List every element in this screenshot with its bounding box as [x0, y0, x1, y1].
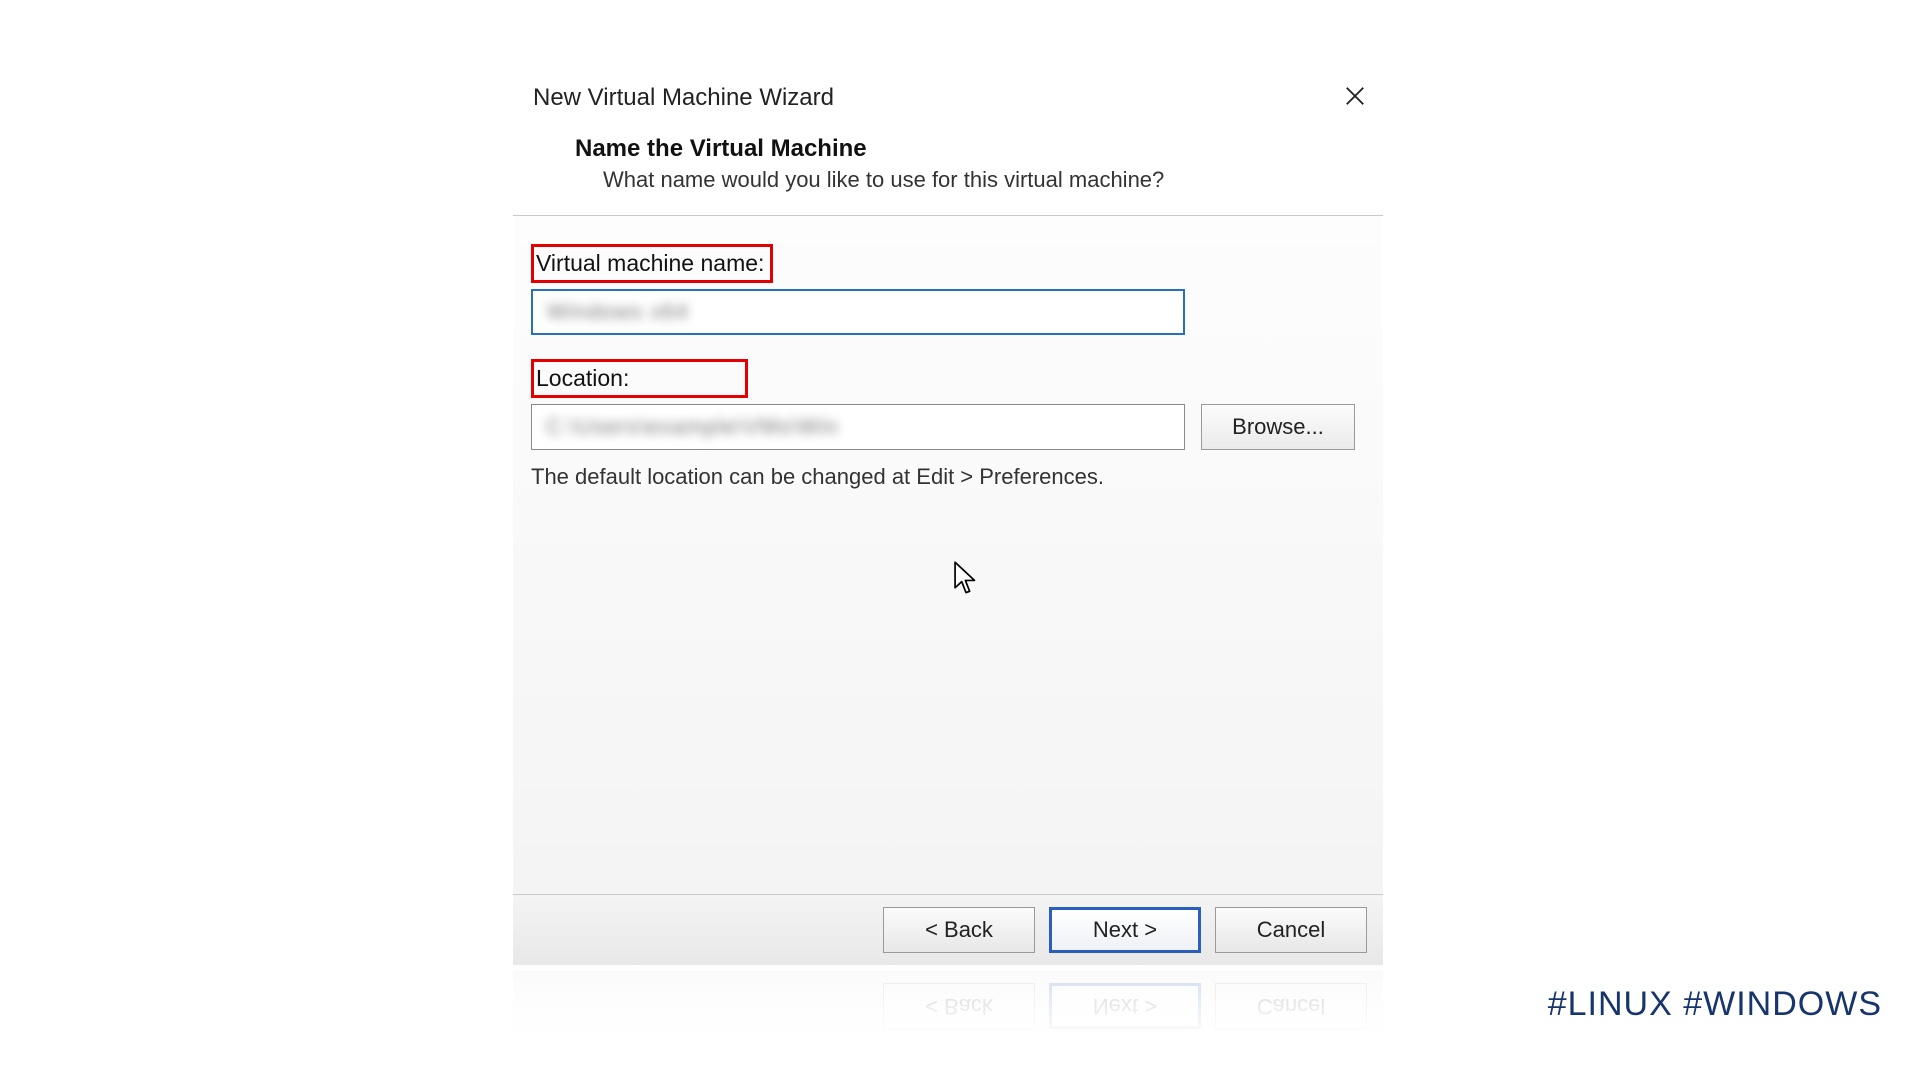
back-button-label: < Back	[925, 917, 993, 943]
location-label-highlight: Location:	[531, 359, 748, 398]
page-heading: Name the Virtual Machine	[575, 135, 1383, 163]
page-subheading: What name would you like to use for this…	[575, 167, 1383, 193]
hashtag-overlay: #LINUX #WINDOWS	[1548, 985, 1882, 1024]
dialog-titlebar: New Virtual Machine Wizard	[513, 73, 1383, 123]
dialog-header: Name the Virtual Machine What name would…	[513, 123, 1383, 216]
browse-button-label: Browse...	[1232, 414, 1324, 440]
location-label: Location:	[534, 362, 635, 395]
dialog-body: Virtual machine name: Windows x64 Locati…	[513, 216, 1383, 894]
location-hint: The default location can be changed at E…	[531, 464, 1365, 490]
button-bar-reflection: < Back Next > Cancel	[513, 962, 1383, 1042]
vm-name-label: Virtual machine name:	[534, 247, 770, 280]
cancel-button-label: Cancel	[1257, 917, 1325, 943]
back-button[interactable]: < Back	[883, 907, 1035, 953]
cancel-button[interactable]: Cancel	[1215, 907, 1367, 953]
mouse-cursor-icon	[953, 561, 979, 600]
dialog-button-bar: < Back Next > Cancel	[513, 894, 1383, 965]
location-value: C:\Users\example\VMs\Win	[546, 414, 839, 440]
next-button-label: Next >	[1093, 917, 1157, 943]
vm-name-label-highlight: Virtual machine name:	[531, 244, 773, 283]
vm-name-value: Windows x64	[547, 299, 689, 325]
vm-name-input[interactable]: Windows x64	[531, 289, 1185, 335]
new-vm-wizard-dialog: New Virtual Machine Wizard Name the Virt…	[513, 73, 1383, 965]
close-icon	[1344, 83, 1366, 114]
browse-button[interactable]: Browse...	[1201, 404, 1355, 450]
dialog-title: New Virtual Machine Wizard	[533, 84, 834, 112]
location-input[interactable]: C:\Users\example\VMs\Win	[531, 404, 1185, 450]
next-button[interactable]: Next >	[1049, 907, 1201, 953]
close-button[interactable]	[1331, 76, 1379, 120]
